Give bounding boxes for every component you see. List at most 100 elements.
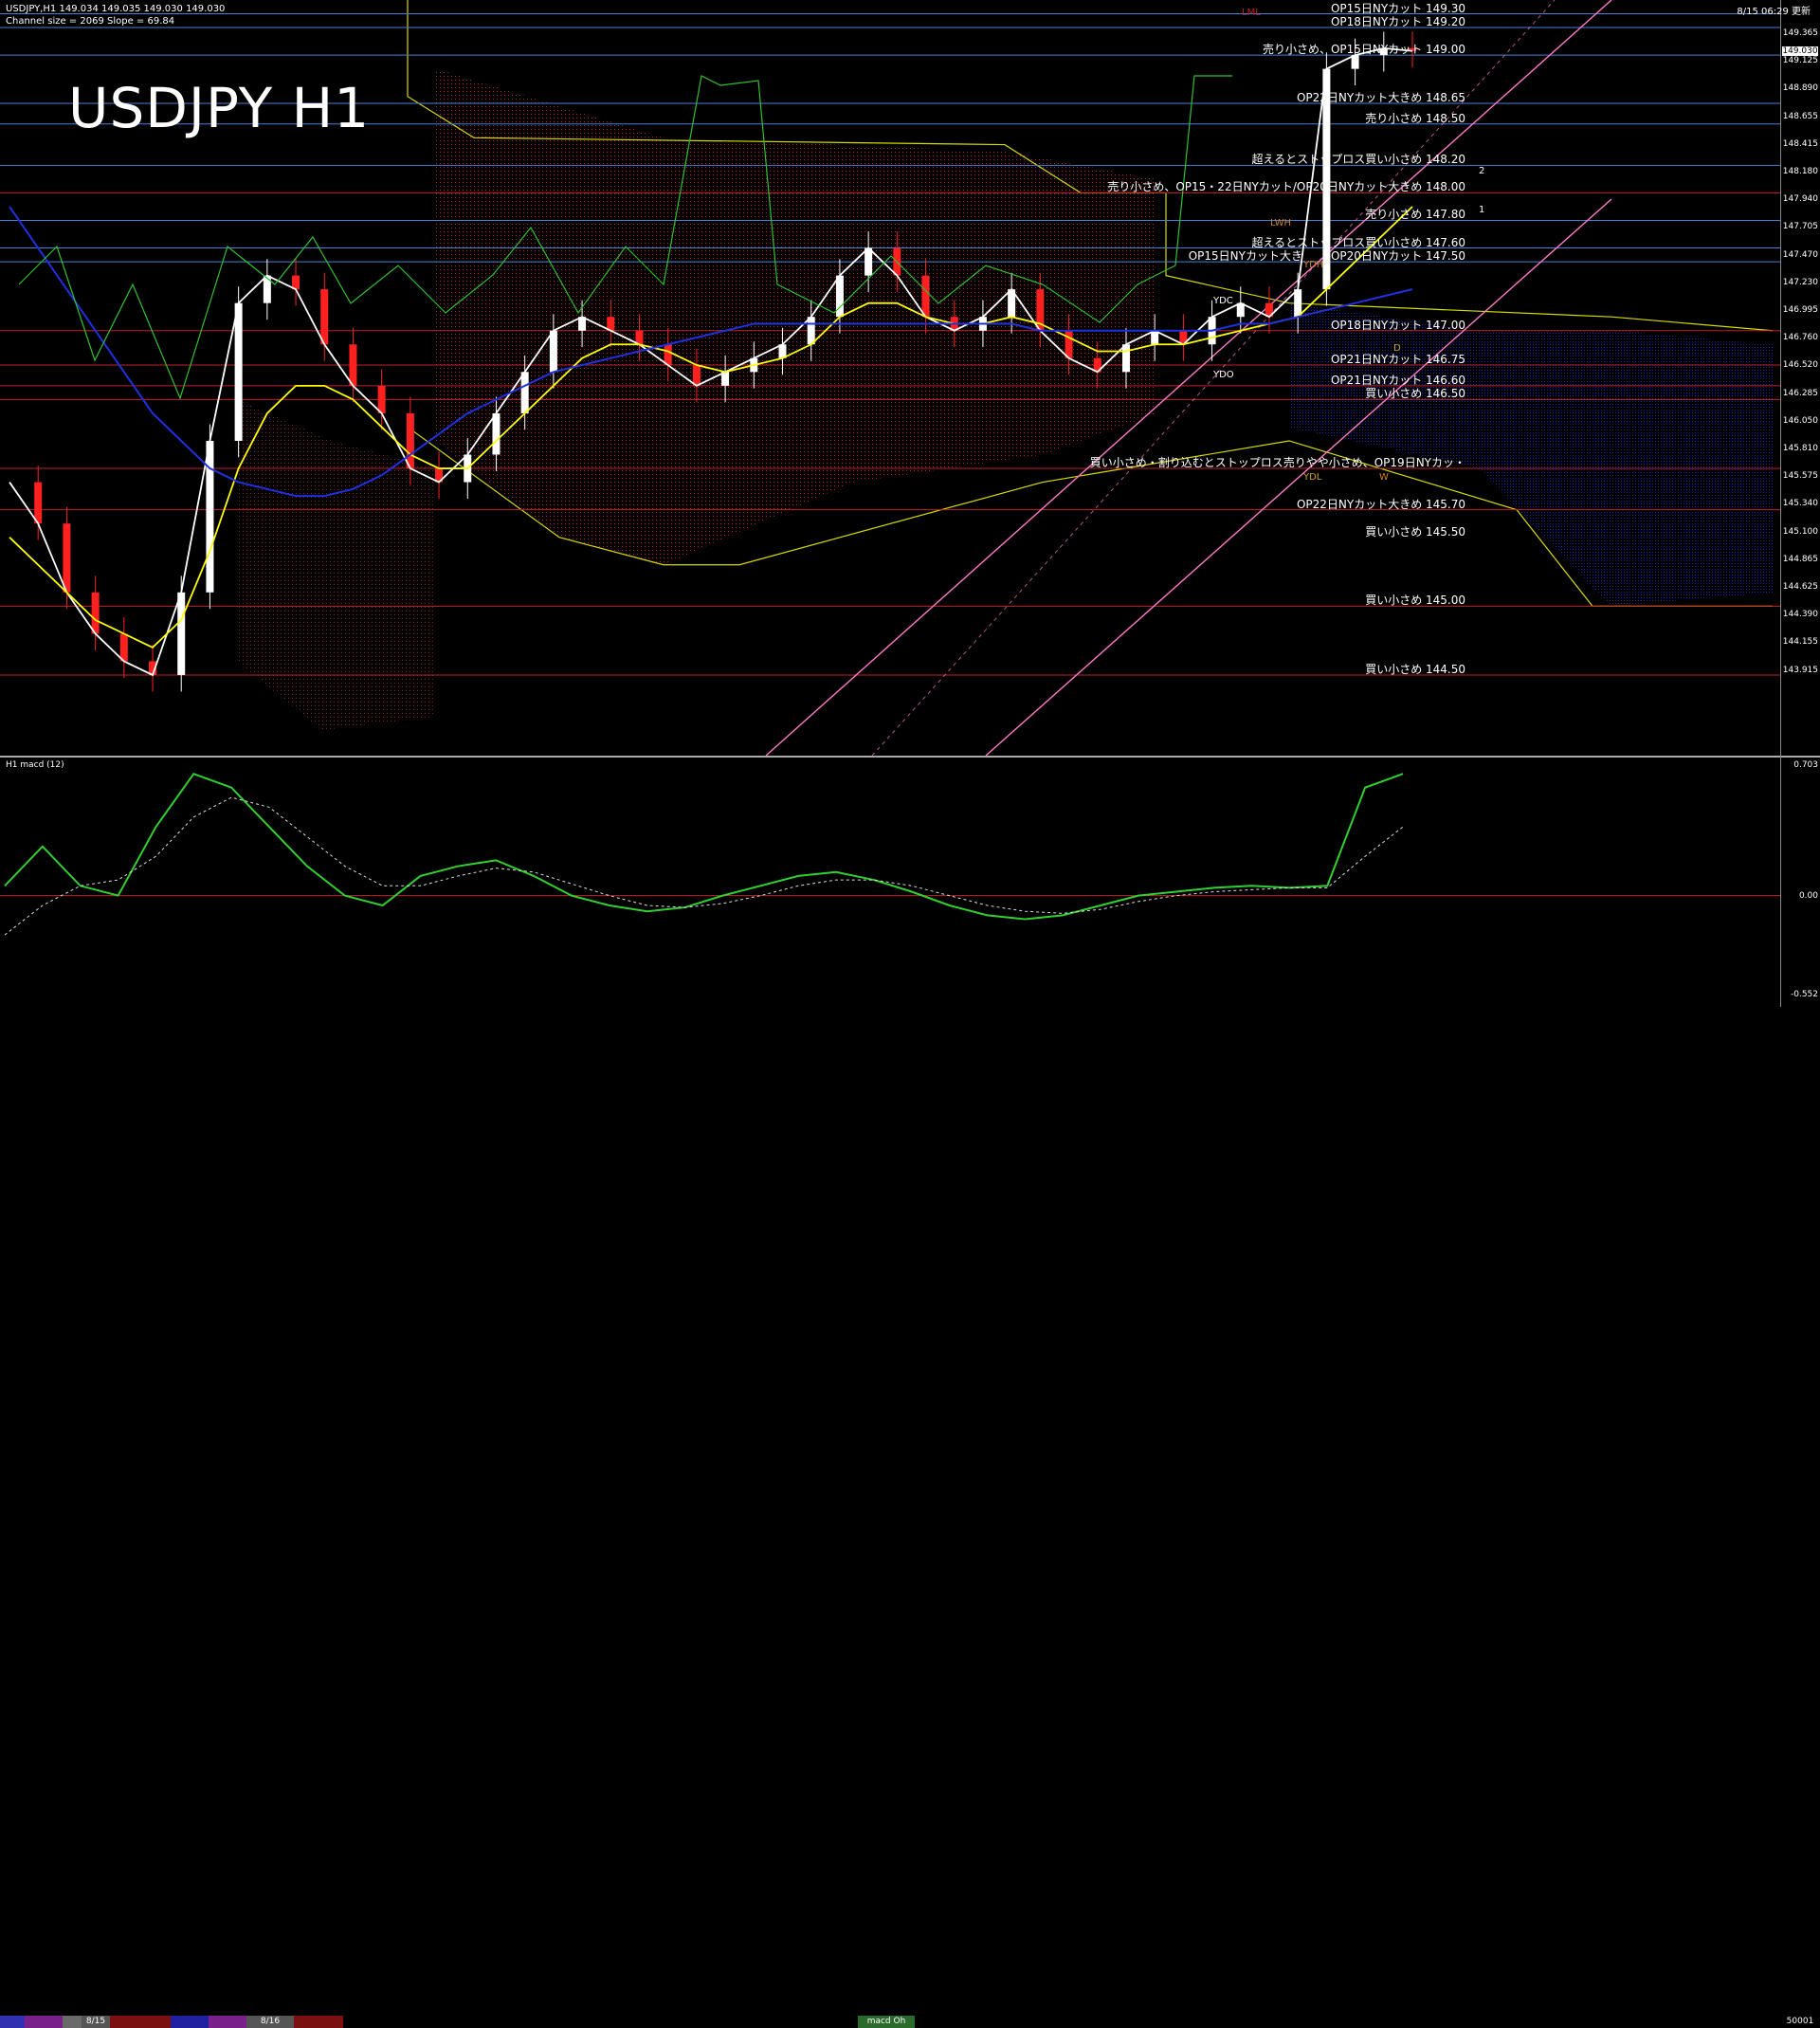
candle-body (349, 344, 357, 386)
price-tick: 148.890 (1782, 83, 1818, 94)
box-label: 2 (1479, 166, 1484, 176)
price-tick: 146.760 (1782, 333, 1818, 343)
level-annotation: OP18日NYカット 149.20 (1330, 15, 1465, 29)
price-tick: 145.100 (1782, 526, 1818, 537)
candle-body (807, 317, 815, 345)
panel-separator[interactable] (0, 756, 1820, 758)
level-annotation: 買い小さめ 145.50 (1365, 524, 1465, 539)
macd-tick: 0.703 (1793, 760, 1818, 770)
update-timestamp: 8/15 06:29 更新 (1737, 7, 1811, 17)
price-tick: 145.575 (1782, 471, 1818, 482)
color-seg (209, 2016, 246, 2028)
price-tick: 146.050 (1782, 415, 1818, 426)
macd-label: H1 macd (12) (6, 760, 64, 770)
price-tick: 143.915 (1782, 665, 1818, 675)
candle-body (1065, 330, 1073, 358)
level-annotation: 売り小さめ、OP15日NYカット 149.00 (1262, 43, 1465, 57)
candle-body (377, 385, 386, 413)
price-tick: 147.230 (1782, 277, 1818, 287)
level-annotation: OP20日NYカット 147.50 (1330, 249, 1465, 264)
box-label: LML (1242, 8, 1261, 18)
macd-tick: 0.00 (1798, 890, 1818, 901)
box-label: 1 (1479, 205, 1484, 215)
price-tick: 149.125 (1782, 56, 1818, 66)
current-price-tag: 149.030 (1782, 46, 1818, 56)
macd-tab[interactable]: macd Oh (858, 2016, 915, 2028)
box-label: W (1379, 472, 1389, 483)
candle-body (63, 523, 71, 593)
price-tick: 144.155 (1782, 637, 1818, 648)
chart-header: USDJPY,H1 149.034 149.035 149.030 149.03… (6, 3, 225, 27)
color-seg (0, 2016, 25, 2028)
level-annotation: 売り小さめ、OP15・22日NYカット/OP20日NYカット大きめ 148.00 (1107, 180, 1465, 194)
macd-line (4, 772, 1404, 921)
level-annotation: 買い小さめ 145.00 (1365, 594, 1465, 608)
box-label: YDO (1212, 370, 1234, 380)
date-tab-816[interactable]: 8/16 (246, 2016, 294, 2028)
price-tick: 147.940 (1782, 194, 1818, 205)
color-seg (63, 2016, 82, 2028)
kumo-cloud-left (237, 399, 436, 731)
candle-body (664, 344, 672, 366)
level-annotation: 買い小さめ 144.50 (1365, 662, 1465, 676)
level-annotation: 売り小さめ 147.80 (1365, 208, 1465, 222)
level-annotation: OP22日NYカット大きめ 145.70 (1296, 497, 1465, 511)
level-annotation: OP18日NYカット 147.00 (1330, 318, 1465, 332)
candle-body (492, 412, 500, 455)
price-tick: 148.655 (1782, 111, 1818, 121)
candle-body (692, 365, 701, 386)
candle-body (520, 372, 529, 413)
channel-line: Channel size = 2069 Slope = 69.84 (6, 16, 175, 27)
price-tick: 144.625 (1782, 582, 1818, 592)
color-seg (171, 2016, 209, 2028)
price-tick: 148.180 (1782, 167, 1818, 176)
level-annotation: OP22日NYカット大きめ 148.65 (1296, 90, 1465, 104)
macd-chart[interactable] (0, 758, 1780, 1004)
date-tab-815[interactable]: 8/15 (82, 2016, 110, 2028)
bar-count: 50001 (1786, 2017, 1814, 2026)
box-label: YDC (1212, 296, 1233, 306)
price-tick: 144.390 (1782, 610, 1818, 620)
candle-body (1294, 289, 1302, 318)
candle-body (234, 302, 243, 441)
price-tick: 145.810 (1782, 444, 1818, 453)
symbol-line: USDJPY,H1 149.034 149.035 149.030 149.03… (6, 4, 226, 14)
price-axis: 149.365 149.125 148.890 148.655 148.415 148.1… (1780, 0, 1820, 756)
kumo-cloud (436, 68, 1156, 565)
candle-body (864, 247, 873, 276)
price-tick: 144.865 (1782, 554, 1818, 564)
level-annotation: OP21日NYカット 146.75 (1330, 353, 1465, 367)
price-tick: 149.365 (1782, 28, 1818, 38)
price-tick: 147.470 (1782, 249, 1818, 260)
level-annotation: 超えるとストップロス買い小さめ 148.20 (1251, 153, 1465, 167)
price-tick: 145.340 (1782, 499, 1818, 509)
macd-tick: -0.552 (1790, 990, 1818, 999)
box-label: LWH (1270, 218, 1291, 228)
box-label: YDL (1302, 472, 1322, 483)
candle-body (1121, 344, 1130, 373)
candle-body (34, 482, 43, 524)
price-tick: 146.520 (1782, 360, 1818, 371)
level-annotation: OP15日NYカット大き (1188, 249, 1302, 264)
candle-body (177, 592, 186, 675)
chart-title: USDJPY H1 (68, 76, 371, 140)
price-tick: 147.705 (1782, 222, 1818, 232)
candle-body (119, 633, 128, 662)
price-tick: 146.285 (1782, 388, 1818, 398)
macd-axis: 0.703 0.00 -0.552 (1780, 758, 1820, 1004)
period-separator-bar: 8/15 8/16 macd Oh 50001 (0, 1007, 1820, 2028)
color-seg (25, 2016, 63, 2028)
candle-body (320, 289, 329, 345)
level-annotation: 売り小さめ 148.50 (1365, 111, 1465, 125)
price-tick: 148.415 (1782, 138, 1818, 149)
box-label: YDH (1302, 260, 1323, 270)
candle-body (921, 275, 930, 318)
level-annotation: 買い小さめ 146.50 (1365, 387, 1465, 401)
color-seg (110, 2016, 171, 2028)
candle-body (406, 412, 414, 469)
candle-body (549, 330, 557, 373)
color-seg (294, 2016, 343, 2028)
level-annotation: 買い小さめ・割り込むとストップロス売りやや小さめ、OP19日NYカッ・ (1089, 456, 1465, 470)
price-tick: 146.995 (1782, 305, 1818, 315)
candle-body (91, 592, 100, 634)
